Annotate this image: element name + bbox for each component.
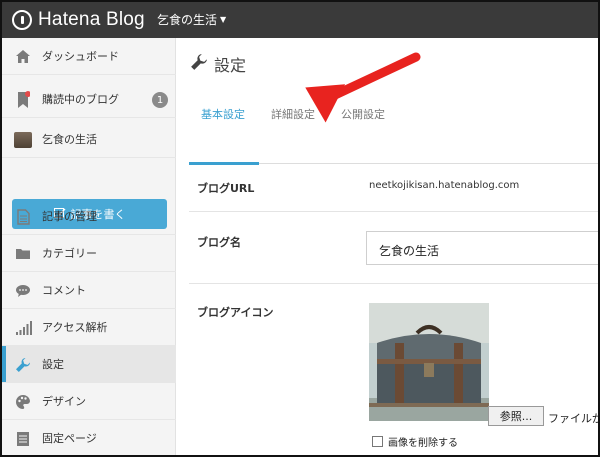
sidebar-item-label: 記事の管理 — [42, 210, 97, 223]
sidebar-item-label: 乞食の生活 — [42, 133, 97, 146]
wrench-icon — [190, 53, 208, 75]
browse-file-button[interactable]: 参照... — [488, 406, 544, 426]
sidebar-item-label: コメント — [42, 284, 86, 297]
page-title-text: 設定 — [214, 56, 247, 75]
delete-image-label: 画像を削除する — [388, 438, 458, 449]
delete-image-option[interactable]: 画像を削除する — [372, 434, 458, 449]
settings-tabs: 基本設定 詳細設定 公開設定 — [189, 106, 598, 165]
unread-count-badge: 1 — [152, 92, 168, 108]
blog-thumbnail-icon — [14, 131, 32, 148]
sidebar-item-label: ダッシュボード — [42, 50, 119, 63]
divider — [189, 211, 598, 212]
sidebar: ダッシュボード 購読中のブログ 1 乞食の生活 記事を書く 記事の管理 カテゴリ… — [2, 38, 176, 455]
page-icon — [14, 430, 32, 447]
main-content: 設定 基本設定 詳細設定 公開設定 ブログURL neetkojikisan.h… — [176, 38, 600, 455]
sidebar-item-label: 購読中のブログ — [42, 93, 119, 106]
sidebar-item-comments[interactable]: コメント — [2, 272, 176, 309]
active-tab-indicator — [189, 162, 259, 165]
blog-switcher-label: 乞食の生活 — [157, 13, 218, 27]
sidebar-item-analytics[interactable]: アクセス解析 — [2, 309, 176, 346]
tab-basic-settings[interactable]: 基本設定 — [201, 106, 245, 126]
bookmark-icon — [14, 90, 32, 108]
folder-icon — [14, 245, 32, 262]
blog-icon-label: ブログアイコン — [197, 306, 274, 319]
sidebar-item-label: 固定ページ — [42, 432, 97, 445]
sidebar-item-label: アクセス解析 — [42, 321, 108, 334]
sidebar-item-blog[interactable]: 乞食の生活 — [2, 121, 176, 158]
file-status-text: ファイルが — [548, 412, 600, 425]
logo-text: Hatena Blog — [38, 9, 145, 30]
sidebar-item-subscriptions[interactable]: 購読中のブログ 1 — [2, 81, 176, 118]
top-bar: Hatena Blog 乞食の生活 ▼ — [2, 2, 598, 38]
sidebar-item-settings[interactable]: 設定 — [2, 346, 176, 383]
home-icon — [14, 48, 32, 65]
bar-chart-icon — [14, 319, 32, 336]
blog-url-label: ブログURL — [197, 182, 255, 195]
speech-bubble-icon — [14, 282, 32, 299]
hatena-logo-icon — [12, 10, 32, 30]
tab-publish-settings[interactable]: 公開設定 — [341, 106, 385, 126]
blog-name-input[interactable]: 乞食の生活 — [366, 231, 598, 265]
sidebar-item-dashboard[interactable]: ダッシュボード — [2, 38, 176, 75]
sidebar-item-articles[interactable]: 記事の管理 — [2, 198, 176, 235]
sidebar-item-label: カテゴリー — [42, 247, 97, 260]
sidebar-item-fixed-pages[interactable]: 固定ページ — [2, 420, 176, 455]
sidebar-item-label: 設定 — [42, 358, 64, 371]
page-title: 設定 — [190, 52, 246, 76]
sidebar-item-categories[interactable]: カテゴリー — [2, 235, 176, 272]
blog-url-value: neetkojikisan.hatenablog.com — [369, 180, 520, 191]
blog-switcher[interactable]: 乞食の生活 ▼ — [157, 11, 226, 28]
caret-down-icon: ▼ — [220, 15, 227, 24]
blog-name-label: ブログ名 — [197, 236, 241, 249]
sidebar-item-design[interactable]: デザイン — [2, 383, 176, 420]
hatena-blog-logo[interactable]: Hatena Blog — [12, 8, 145, 32]
divider — [189, 283, 598, 284]
screenshot-frame: Hatena Blog 乞食の生活 ▼ ダッシュボード 購読中のブログ 1 乞食… — [0, 0, 600, 457]
palette-icon — [14, 393, 32, 410]
sidebar-item-label: デザイン — [42, 395, 86, 408]
delete-image-checkbox[interactable] — [372, 436, 383, 447]
wrench-icon — [14, 356, 32, 373]
tab-detailed-settings[interactable]: 詳細設定 — [271, 106, 315, 126]
document-icon — [14, 208, 32, 225]
blog-icon-image — [369, 303, 489, 421]
